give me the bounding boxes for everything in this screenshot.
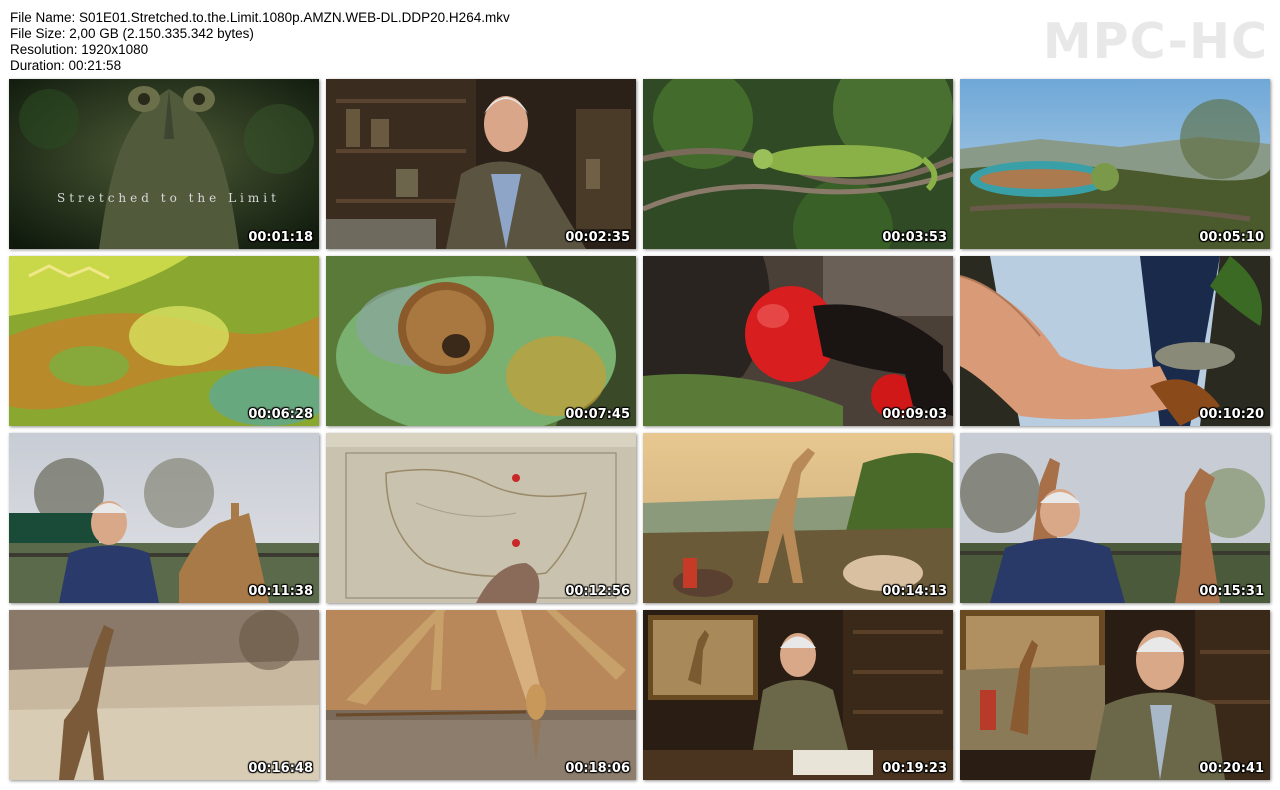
timestamp-label: 00:05:10 <box>1199 230 1264 245</box>
thumbnail-image <box>326 433 636 603</box>
file-info-panel: File Name: S01E01.Stretched.to.the.Limit… <box>10 10 510 74</box>
thumbnail[interactable]: 00:05:10 <box>960 79 1270 249</box>
thumbnail[interactable]: 00:10:20 <box>960 256 1270 426</box>
thumbnail[interactable]: 00:03:53 <box>643 79 953 249</box>
thumbnail[interactable]: 00:09:03 <box>643 256 953 426</box>
thumbnail[interactable]: 00:18:06 <box>326 610 636 780</box>
file-name-text: File Name: S01E01.Stretched.to.the.Limit… <box>10 10 510 25</box>
timestamp-label: 00:07:45 <box>565 407 630 422</box>
thumbnail-image <box>643 256 953 426</box>
thumbnail-image <box>960 256 1270 426</box>
timestamp-label: 00:20:41 <box>1199 761 1264 776</box>
thumbnail[interactable]: Stretched to the Limit 00:01:18 <box>9 79 319 249</box>
timestamp-label: 00:16:48 <box>248 761 313 776</box>
thumbnail[interactable]: 00:06:28 <box>9 256 319 426</box>
thumbnail-image <box>960 433 1270 603</box>
file-size-text: File Size: 2,00 GB (2.150.335.342 bytes) <box>10 26 254 41</box>
thumbnail[interactable]: 00:20:41 <box>960 610 1270 780</box>
thumbnail-image <box>326 256 636 426</box>
thumbnail-grid: Stretched to the Limit 00:01:18 00:02:35 <box>9 79 1270 780</box>
timestamp-label: 00:15:31 <box>1199 584 1264 599</box>
thumbnail[interactable]: 00:07:45 <box>326 256 636 426</box>
thumbnail-image <box>9 433 319 603</box>
thumbnail-image <box>960 610 1270 780</box>
duration-text: Duration: 00:21:58 <box>10 58 122 73</box>
thumbnail-image <box>9 610 319 780</box>
mpc-hc-logo: MPC-HC <box>1042 13 1268 70</box>
thumbnail-image <box>9 256 319 426</box>
title-caption: Stretched to the Limit <box>57 191 280 205</box>
timestamp-label: 00:06:28 <box>248 407 313 422</box>
timestamp-label: 00:09:03 <box>882 407 947 422</box>
timestamp-label: 00:19:23 <box>882 761 947 776</box>
thumbnail-image <box>643 433 953 603</box>
thumbnail-image <box>960 79 1270 249</box>
thumbnail-image <box>326 610 636 780</box>
thumbnail[interactable]: 00:11:38 <box>9 433 319 603</box>
timestamp-label: 00:02:35 <box>565 230 630 245</box>
thumbnail-image <box>9 79 319 249</box>
thumbnail[interactable]: 00:14:13 <box>643 433 953 603</box>
timestamp-label: 00:01:18 <box>248 230 313 245</box>
resolution-text: Resolution: 1920x1080 <box>10 42 149 57</box>
thumbnail-image <box>326 79 636 249</box>
timestamp-label: 00:12:56 <box>565 584 630 599</box>
thumbnail[interactable]: 00:16:48 <box>9 610 319 780</box>
thumbnail[interactable]: 00:19:23 <box>643 610 953 780</box>
timestamp-label: 00:10:20 <box>1199 407 1264 422</box>
thumbnail[interactable]: 00:02:35 <box>326 79 636 249</box>
thumbnail-image <box>643 610 953 780</box>
timestamp-label: 00:18:06 <box>565 761 630 776</box>
thumbnail[interactable]: 00:12:56 <box>326 433 636 603</box>
timestamp-label: 00:11:38 <box>248 584 313 599</box>
thumbnail[interactable]: 00:15:31 <box>960 433 1270 603</box>
timestamp-label: 00:14:13 <box>882 584 947 599</box>
thumbnail-image <box>643 79 953 249</box>
timestamp-label: 00:03:53 <box>882 230 947 245</box>
